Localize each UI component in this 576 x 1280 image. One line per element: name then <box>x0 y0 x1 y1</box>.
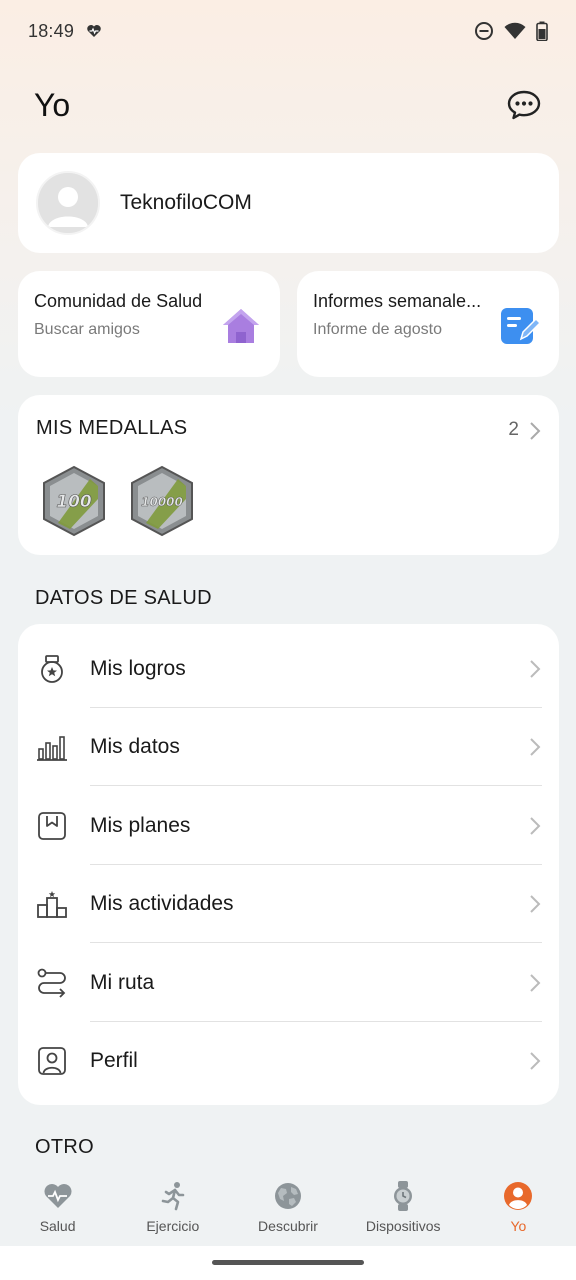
battery-icon <box>536 21 548 41</box>
medal-badge[interactable]: 100 <box>40 465 108 537</box>
health-community-card[interactable]: Comunidad de Salud Buscar amigos <box>18 271 280 377</box>
medal-badge[interactable]: 10000 <box>128 465 196 537</box>
nav-tab-exercise[interactable]: Ejercicio <box>115 1168 230 1246</box>
medals-title: MIS MEDALLAS <box>36 417 188 439</box>
avatar[interactable] <box>36 171 100 235</box>
bar-chart-icon <box>37 736 67 761</box>
section-title-health: DATOS DE SALUD <box>35 587 212 609</box>
globe-icon <box>275 1183 301 1209</box>
watch-icon <box>394 1181 413 1211</box>
heart-rate-icon <box>87 25 101 37</box>
bottom-navigation: Salud Ejercicio Descubrir Dispositivos Y… <box>0 1168 576 1246</box>
nav-label: Yo <box>510 1218 527 1234</box>
nav-tab-devices[interactable]: Dispositivos <box>346 1168 461 1246</box>
nav-label: Descubrir <box>258 1218 318 1234</box>
list-item-profile[interactable]: Perfil <box>18 1022 559 1100</box>
chat-bubble-icon <box>507 90 541 120</box>
nav-tab-discover[interactable]: Descubrir <box>230 1168 345 1246</box>
default-avatar-icon <box>38 173 98 233</box>
system-gesture-area <box>0 1246 576 1280</box>
list-item-label: Mis logros <box>90 657 186 680</box>
nav-label: Ejercicio <box>146 1218 200 1234</box>
status-time: 18:49 <box>28 20 75 41</box>
health-data-list: Mis logros Mis datos Mis planes Mis acti… <box>18 624 559 1105</box>
profile-card-icon <box>38 1047 66 1075</box>
runner-icon <box>161 1182 185 1211</box>
list-item-label: Perfil <box>90 1049 138 1072</box>
weekly-reports-card[interactable]: Informes semanale... Informe de agosto <box>297 271 559 377</box>
chevron-right-icon <box>530 1052 541 1070</box>
report-pencil-icon <box>501 308 541 344</box>
list-item-label: Mis datos <box>90 735 180 758</box>
chevron-right-icon <box>530 660 541 678</box>
list-item-label: Mis planes <box>90 814 191 837</box>
section-title-other: OTRO <box>35 1136 94 1158</box>
route-icon <box>37 968 66 998</box>
heart-icon <box>44 1184 72 1208</box>
username: TeknofiloCOM <box>120 191 252 214</box>
podium-icon <box>37 891 67 918</box>
chevron-right-icon <box>530 817 541 835</box>
chevron-right-icon <box>530 974 541 992</box>
quick-card-title: Informes semanale... <box>313 291 482 311</box>
medals-card[interactable]: MIS MEDALLAS 2 100 10000 <box>18 395 559 555</box>
list-item-route[interactable]: Mi ruta <box>18 944 559 1022</box>
list-item-data[interactable]: Mis datos <box>18 708 559 786</box>
wifi-icon <box>504 22 526 39</box>
person-icon <box>504 1182 533 1210</box>
divider <box>90 942 542 943</box>
page-header: Yo <box>34 70 542 140</box>
list-item-label: Mis actividades <box>90 892 234 915</box>
nav-label: Dispositivos <box>365 1218 441 1234</box>
medal-icon <box>41 655 63 683</box>
status-bar: 18:49 <box>0 0 576 62</box>
list-item-achievements[interactable]: Mis logros <box>18 630 559 708</box>
medal-label: 10000 <box>141 495 183 509</box>
chevron-right-icon <box>530 738 541 756</box>
list-item-activities[interactable]: Mis actividades <box>18 865 559 943</box>
quick-card-title: Comunidad de Salud <box>34 291 203 311</box>
nav-tab-health[interactable]: Salud <box>0 1168 115 1246</box>
house-icon <box>223 309 259 343</box>
page-title: Yo <box>34 86 71 123</box>
profile-card[interactable]: TeknofiloCOM <box>18 153 559 253</box>
home-gesture-bar[interactable] <box>212 1260 364 1265</box>
medals-count: 2 <box>508 419 519 440</box>
bookmark-plan-icon <box>38 812 66 840</box>
chevron-right-icon <box>530 895 541 913</box>
nav-tab-me[interactable]: Yo <box>461 1168 576 1246</box>
messages-button[interactable] <box>506 87 542 123</box>
chevron-right-icon <box>530 422 541 440</box>
divider <box>90 785 542 786</box>
list-item-plans[interactable]: Mis planes <box>18 787 559 865</box>
do-not-disturb-icon <box>475 22 493 40</box>
nav-label: Salud <box>39 1218 76 1234</box>
list-item-label: Mi ruta <box>90 971 155 994</box>
medal-label: 100 <box>56 492 92 512</box>
